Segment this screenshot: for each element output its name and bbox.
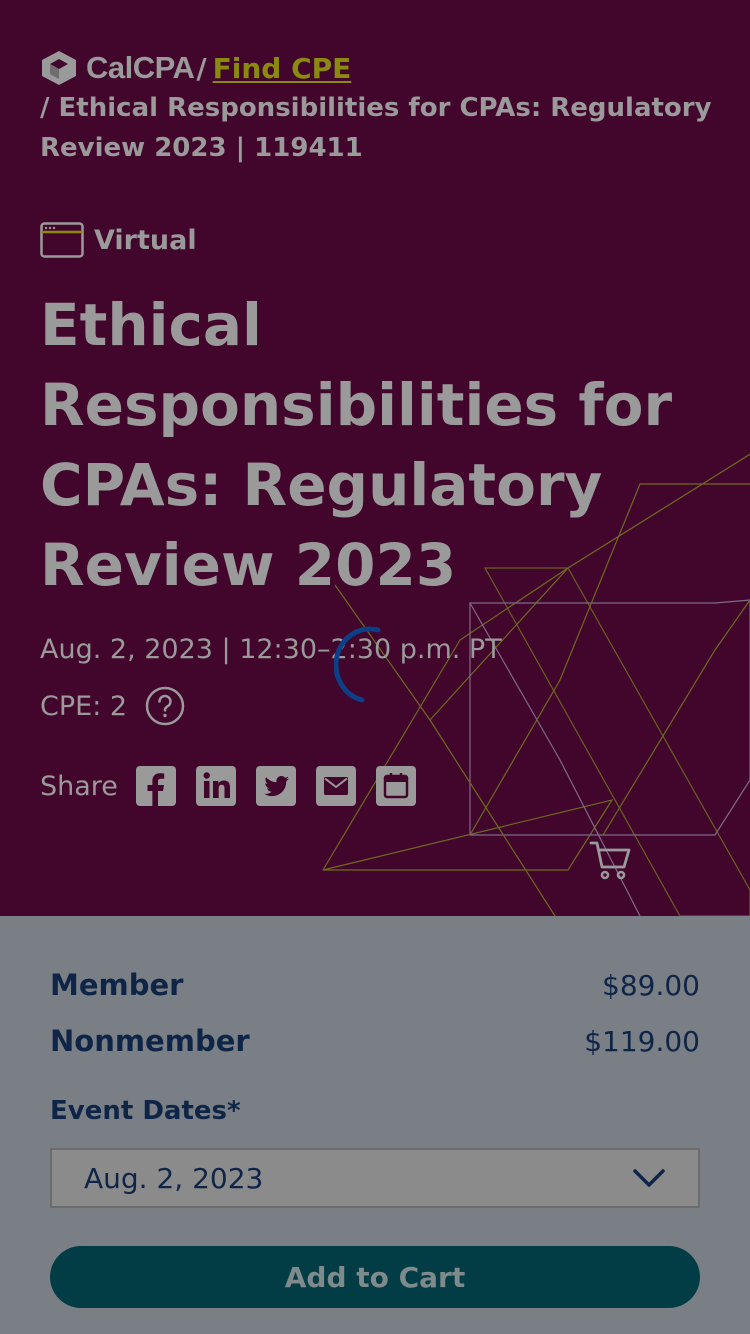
event-date-selected: Aug. 2, 2023 bbox=[84, 1161, 264, 1195]
add-to-cart-button[interactable]: Add to Cart bbox=[50, 1246, 700, 1308]
price-value: $89.00 bbox=[602, 968, 700, 1002]
share-label: Share bbox=[40, 770, 118, 802]
linkedin-icon[interactable] bbox=[195, 766, 236, 806]
twitter-icon[interactable] bbox=[255, 766, 296, 806]
event-date-select[interactable]: Aug. 2, 2023 bbox=[50, 1148, 700, 1208]
price-row-member: Member $89.00 bbox=[50, 968, 700, 1002]
price-label: Member bbox=[50, 968, 184, 1002]
event-dates-label: Event Dates* bbox=[50, 1096, 241, 1126]
calcpa-logo-icon[interactable] bbox=[40, 49, 78, 87]
event-date-time: Aug. 2, 2023 | 12:30–2:30 p.m. PT bbox=[40, 634, 502, 665]
price-row-nonmember: Nonmember $119.00 bbox=[50, 1024, 700, 1058]
calcpa-logo-text[interactable]: CalCPA bbox=[86, 50, 195, 86]
cpe-credits: CPE: 2 bbox=[40, 686, 185, 726]
event-title: Ethical Responsibilities for CPAs: Regul… bbox=[40, 291, 673, 599]
cpe-value: CPE: 2 bbox=[40, 690, 128, 722]
facebook-icon[interactable] bbox=[135, 766, 176, 806]
loading-spinner-icon bbox=[334, 626, 381, 703]
event-hero: CalCPA / Find CPE / Ethical Responsibili… bbox=[0, 0, 750, 916]
breadcrumb-separator: / bbox=[196, 51, 207, 85]
help-icon[interactable] bbox=[145, 686, 185, 726]
calendar-icon[interactable] bbox=[375, 766, 416, 806]
breadcrumb-current: / Ethical Responsibilities for CPAs: Reg… bbox=[40, 93, 712, 163]
breadcrumb: CalCPA / Find CPE / Ethical Responsibili… bbox=[40, 48, 720, 168]
price-label: Nonmember bbox=[50, 1024, 250, 1058]
cart-icon[interactable] bbox=[588, 838, 632, 882]
event-format-label: Virtual bbox=[94, 224, 197, 256]
price-value: $119.00 bbox=[584, 1024, 700, 1058]
browser-window-icon bbox=[40, 222, 84, 258]
event-format: Virtual bbox=[40, 222, 197, 258]
email-icon[interactable] bbox=[315, 766, 356, 806]
share-row: Share bbox=[40, 766, 436, 806]
purchase-panel: Member $89.00 Nonmember $119.00 Event Da… bbox=[0, 916, 750, 1334]
chevron-down-icon bbox=[633, 1169, 665, 1187]
breadcrumb-find-cpe-link[interactable]: Find CPE bbox=[213, 52, 352, 85]
